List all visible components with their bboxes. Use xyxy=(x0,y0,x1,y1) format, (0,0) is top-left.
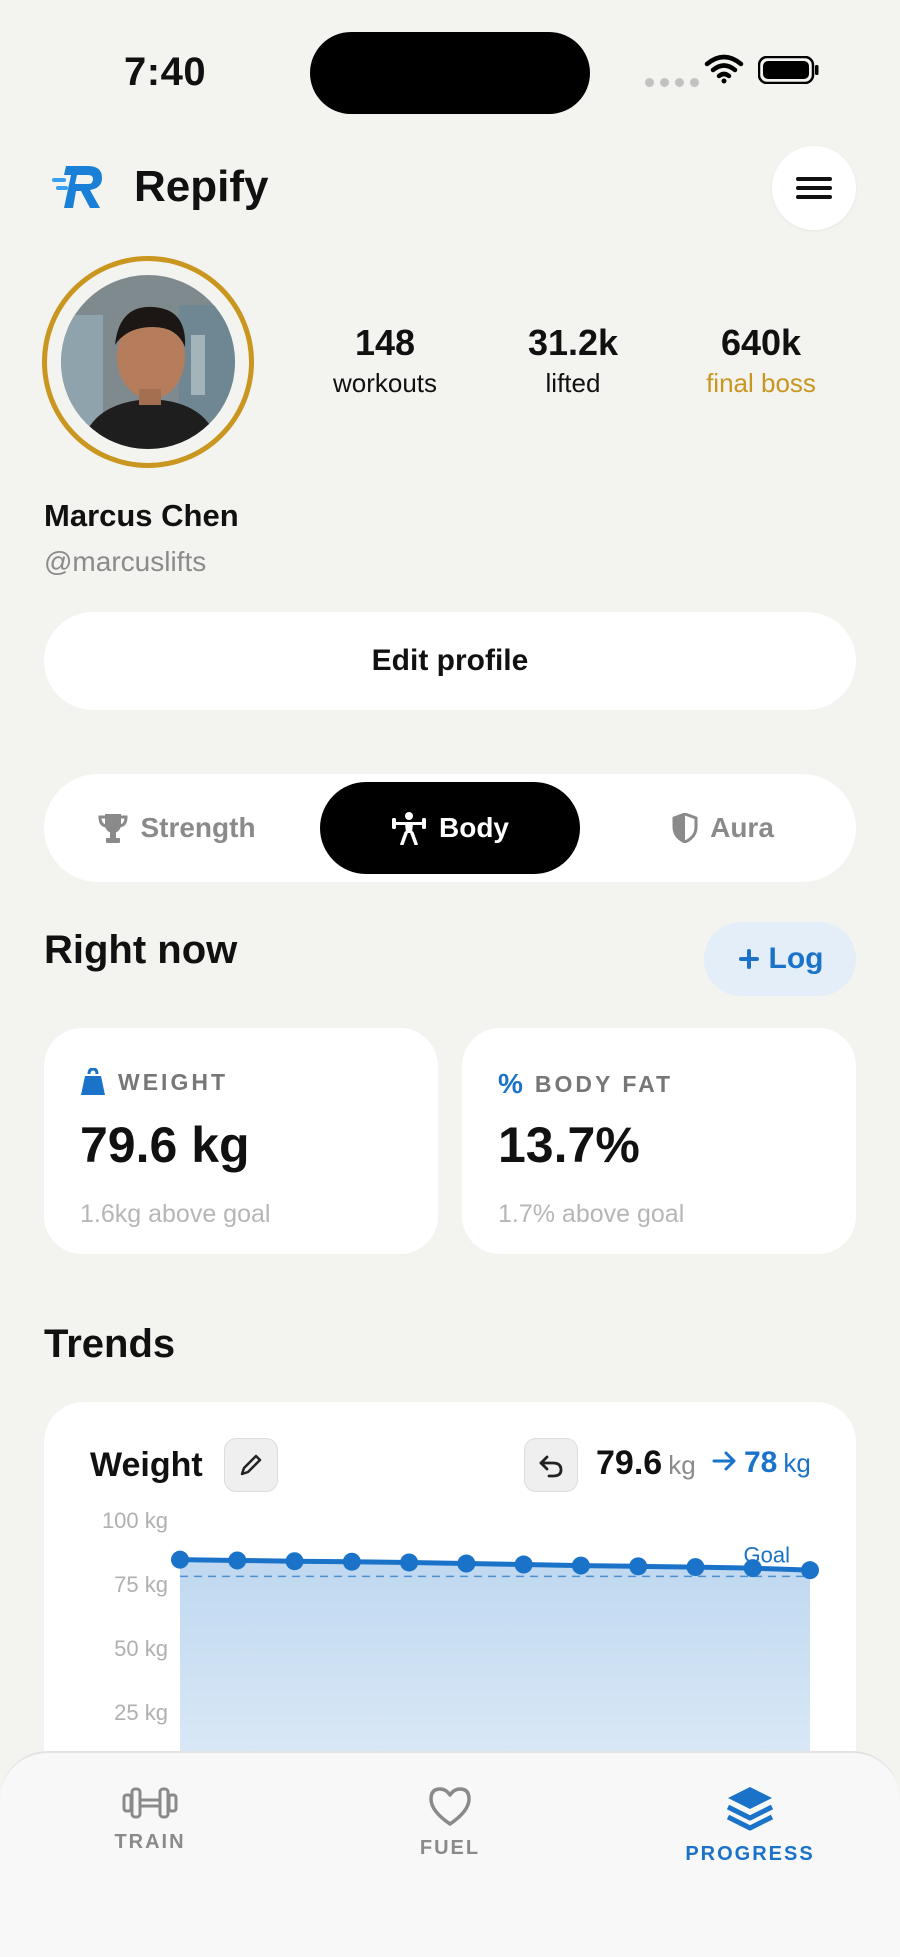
data-point xyxy=(457,1554,476,1573)
edit-metric-button[interactable] xyxy=(224,1438,278,1492)
weight-card[interactable]: WEIGHT 79.6 kg 1.6kg above goal xyxy=(44,1028,438,1254)
weight-heading: WEIGHT xyxy=(80,1068,228,1096)
data-point xyxy=(514,1555,533,1574)
body-fat-card[interactable]: % BODY FAT 13.7% 1.7% above goal xyxy=(462,1028,856,1254)
progress-tabs: Strength Body Aura xyxy=(44,774,856,882)
pencil-icon xyxy=(240,1454,262,1476)
weight-heading-label: WEIGHT xyxy=(118,1068,228,1095)
battery-icon xyxy=(758,56,819,84)
nav-label: FUEL xyxy=(419,1837,481,1859)
y-tick-label: 25 kg xyxy=(114,1700,168,1725)
right-now-title: Right now xyxy=(44,928,238,972)
heart-icon xyxy=(429,1787,471,1826)
tab-label: Strength xyxy=(140,812,256,843)
weight-icon xyxy=(81,1068,105,1095)
trophy-icon xyxy=(98,814,128,843)
signal-icon xyxy=(645,78,699,87)
weight-value: 79.6 kg xyxy=(80,1117,250,1173)
data-point xyxy=(571,1556,590,1575)
stat-final-boss: 640k final boss xyxy=(666,322,856,399)
stat-workouts: 148 workouts xyxy=(290,322,480,399)
nav-label: PROGRESS xyxy=(685,1843,815,1865)
stat-lifted: 31.2k lifted xyxy=(478,322,668,399)
data-point xyxy=(400,1553,419,1572)
arrow-right-icon xyxy=(712,1451,736,1471)
stat-value: 31.2k xyxy=(527,322,619,363)
undo-icon xyxy=(539,1455,563,1478)
current-weight: 79.6 xyxy=(596,1444,663,1482)
nav-progress[interactable]: PROGRESS xyxy=(650,1785,850,1866)
data-point xyxy=(629,1557,648,1576)
stat-label: final boss xyxy=(706,368,816,398)
data-point xyxy=(171,1550,189,1569)
plus-icon xyxy=(738,949,759,969)
stat-label: workouts xyxy=(332,368,438,398)
hamburger-menu-icon xyxy=(796,177,832,199)
tab-body[interactable]: Body xyxy=(320,782,580,874)
trend-target-value: 78 kg xyxy=(712,1446,811,1480)
menu-button[interactable] xyxy=(772,146,856,230)
log-button[interactable]: Log xyxy=(704,922,856,996)
data-point xyxy=(686,1558,705,1577)
body-fat-heading-label: BODY FAT xyxy=(534,1070,674,1097)
body-icon xyxy=(392,812,426,845)
shield-icon xyxy=(672,813,698,843)
trend-current-value: 79.6 kg xyxy=(596,1444,696,1483)
y-tick-label: 50 kg xyxy=(114,1636,168,1661)
status-bar: 7:40 xyxy=(0,0,900,140)
data-point xyxy=(342,1552,361,1571)
user-handle: @marcuslifts xyxy=(44,546,207,577)
nav-label: TRAIN xyxy=(114,1831,186,1853)
target-unit: kg xyxy=(783,1448,811,1478)
avatar xyxy=(61,275,235,449)
dumbbell-icon xyxy=(122,1787,178,1819)
stat-label: lifted xyxy=(545,368,601,398)
edit-profile-button[interactable]: Edit profile xyxy=(44,612,856,710)
data-point xyxy=(285,1552,304,1571)
tab-label: Body xyxy=(439,812,509,843)
data-point xyxy=(228,1551,247,1570)
stat-value: 640k xyxy=(720,322,802,363)
status-time: 7:40 xyxy=(124,50,207,94)
tab-strength[interactable]: Strength xyxy=(52,782,302,874)
user-name: Marcus Chen xyxy=(44,498,239,533)
layers-icon xyxy=(726,1787,774,1831)
current-unit: kg xyxy=(668,1450,696,1480)
avatar-ring[interactable] xyxy=(42,256,254,468)
tab-aura[interactable]: Aura xyxy=(598,782,848,874)
data-point xyxy=(801,1561,819,1580)
wifi-icon xyxy=(704,54,744,84)
bottom-nav: TRAIN FUEL PROGRESS xyxy=(0,1751,900,1957)
weight-subtext: 1.6kg above goal xyxy=(80,1200,271,1228)
stat-value: 148 xyxy=(354,322,416,363)
data-point xyxy=(743,1559,762,1578)
trends-title: Trends xyxy=(44,1322,176,1366)
body-fat-subtext: 1.7% above goal xyxy=(498,1200,685,1228)
tab-label: Aura xyxy=(710,812,774,843)
y-tick-label: 75 kg xyxy=(114,1572,168,1597)
dynamic-island xyxy=(310,32,590,114)
target-weight: 78 xyxy=(744,1446,778,1479)
log-label: Log xyxy=(768,942,824,975)
percent-icon: % xyxy=(498,1068,523,1099)
y-tick-label: 100 kg xyxy=(102,1508,168,1533)
reset-button[interactable] xyxy=(524,1438,578,1492)
body-fat-value: 13.7% xyxy=(498,1117,640,1173)
body-fat-heading: % BODY FAT xyxy=(498,1068,673,1100)
app-title: Repify xyxy=(134,162,269,211)
repify-logo xyxy=(52,166,102,208)
nav-train[interactable]: TRAIN xyxy=(50,1785,250,1854)
trend-metric-title: Weight xyxy=(90,1446,203,1484)
nav-fuel[interactable]: FUEL xyxy=(350,1785,550,1860)
